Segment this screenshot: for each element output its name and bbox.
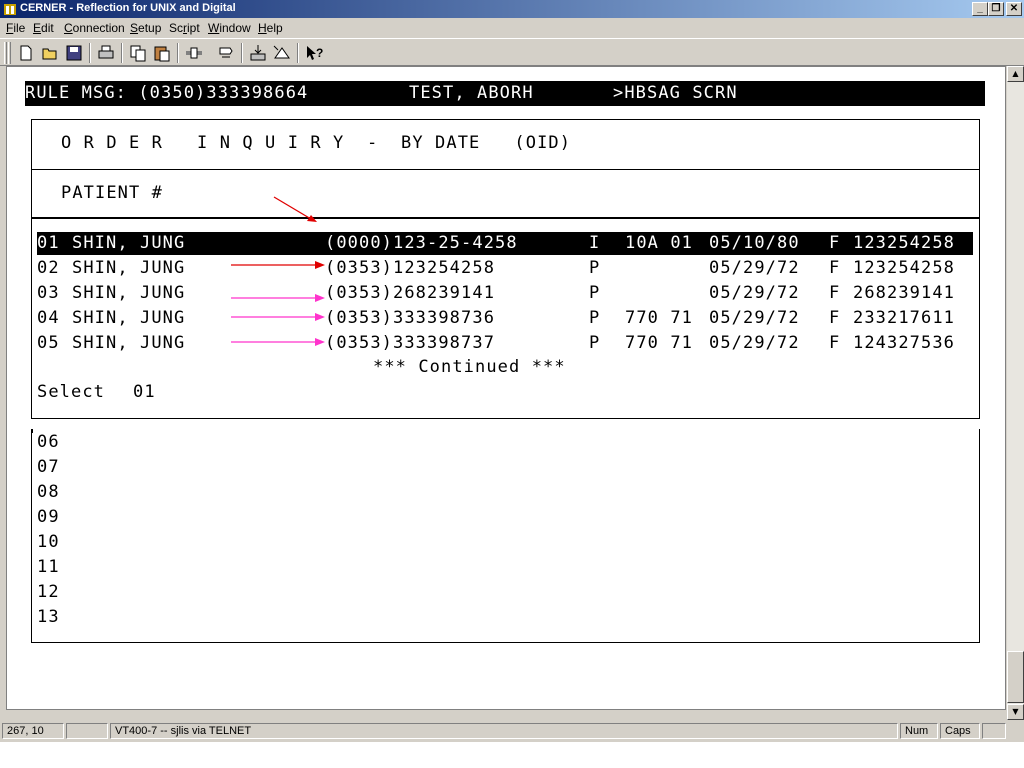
red-arrow-row-02 [231,261,325,269]
menu-setup[interactable]: Setup [130,21,161,35]
list-item: 12 [37,582,60,602]
toolbar-grip[interactable] [4,42,7,64]
transfer-icon[interactable] [248,43,268,63]
window-title: CERNER - Reflection for UNIX and Digital [20,2,236,14]
macro-icon[interactable] [216,43,236,63]
save-icon[interactable] [64,43,84,63]
receive-icon[interactable] [272,43,292,63]
close-button[interactable]: ✕ [1006,2,1022,16]
select-input[interactable]: 01 [133,382,156,402]
menu-file[interactable]: File [6,21,25,35]
toolbar-grip-2 [8,42,11,64]
paste-icon[interactable] [152,43,172,63]
list-item: 09 [37,507,60,527]
reflection-app-icon [4,4,16,15]
magenta-arrow-row-03 [231,294,325,302]
status-bar: 267, 10 VT400-7 -- sjlis via TELNET Num … [0,720,1024,742]
menu-window[interactable]: Window [208,21,251,35]
toolbar-separator [89,43,91,63]
new-icon[interactable] [16,43,36,63]
scroll-thumb[interactable] [1007,651,1024,703]
caps-lock-indicator: Caps [940,723,980,739]
box-corner [31,429,33,433]
list-item: 07 [37,457,60,477]
list-item: 08 [37,482,60,502]
annotation-arrows [231,196,325,346]
red-arrow-diagonal [273,196,317,222]
num-lock-indicator: Num [900,723,938,739]
vertical-scrollbar[interactable]: ▲ ▼ [1007,66,1024,720]
menu-help[interactable]: Help [258,21,283,35]
menu-connection[interactable]: Connection [64,21,125,35]
empty-rows-box [31,429,980,643]
toolbar: ? [0,38,1024,66]
scroll-gap [0,710,1007,720]
copy-icon[interactable] [128,43,148,63]
desktop-strip [0,742,1024,768]
status-panel-empty [66,723,108,739]
status-panel-empty-2 [982,723,1006,739]
menu-bar: File Edit Connection Setup Script Window… [0,18,1024,38]
menu-script[interactable]: Script [169,21,200,35]
magenta-arrow-row-05 [231,338,325,346]
magenta-arrow-row-04 [231,313,325,321]
toolbar-separator [297,43,299,63]
connect-icon[interactable] [184,43,204,63]
scroll-up-button[interactable]: ▲ [1007,66,1024,82]
list-item: 10 [37,532,60,552]
print-icon[interactable] [96,43,116,63]
cursor-position: 267, 10 [2,723,64,739]
toolbar-separator [241,43,243,63]
restore-button[interactable]: ❐ [988,2,1004,16]
select-label: Select [37,382,106,402]
session-info: VT400-7 -- sjlis via TELNET [110,723,898,739]
svg-text:?: ? [316,46,323,60]
title-bar[interactable]: CERNER - Reflection for UNIX and Digital… [0,0,1024,18]
terminal-screen[interactable]: RULE MSG: (0350)333398664 TEST, ABORH >H… [6,66,1006,710]
menu-edit[interactable]: Edit [33,21,54,35]
list-item: 11 [37,557,60,577]
open-icon[interactable] [40,43,60,63]
minimize-button[interactable]: _ [972,2,988,16]
list-item: 06 [37,432,60,452]
scroll-down-button[interactable]: ▼ [1007,704,1024,720]
list-item: 13 [37,607,60,627]
context-help-icon[interactable]: ? [304,43,324,63]
toolbar-separator [177,43,179,63]
toolbar-separator [121,43,123,63]
